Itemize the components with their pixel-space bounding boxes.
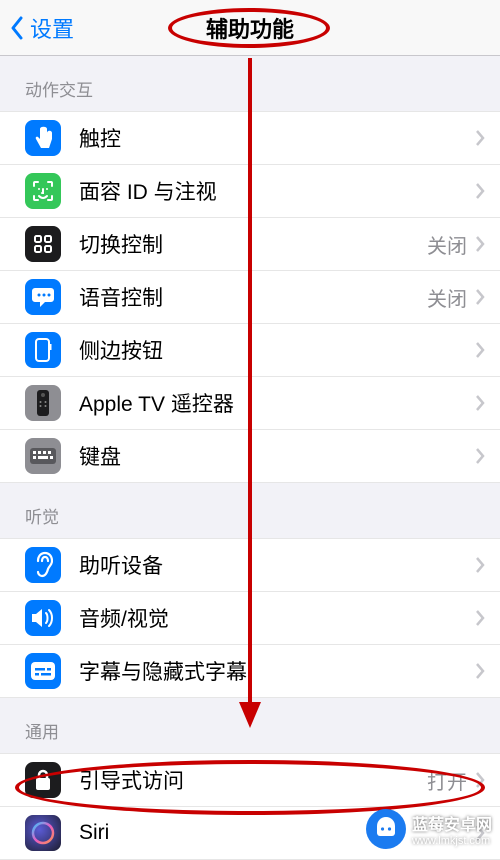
row-appletv-remote[interactable]: Apple TV 遥控器 [0,377,500,430]
switch-control-icon [25,226,61,262]
chevron-right-icon [475,288,485,306]
row-label: Apple TV 遥控器 [79,388,475,418]
chevron-right-icon [475,609,485,627]
row-voice-control[interactable]: 语音控制 关闭 [0,271,500,324]
chevron-right-icon [475,235,485,253]
section-header-general: 通用 [0,698,500,753]
lock-icon [25,762,61,798]
section-header-hearing: 听觉 [0,483,500,538]
side-button-icon [25,332,61,368]
row-label: 字幕与隐藏式字幕 [79,656,475,686]
siri-icon [25,815,61,851]
back-button[interactable]: 设置 [0,12,74,44]
chevron-right-icon [475,394,485,412]
section-header-motion: 动作交互 [0,56,500,111]
row-subtitles[interactable]: 字幕与隐藏式字幕 [0,645,500,698]
keyboard-icon [25,438,61,474]
row-hearing-devices[interactable]: 助听设备 [0,538,500,592]
ear-icon [25,547,61,583]
watermark-text: 蓝莓安卓网 [412,811,492,835]
nav-bar: 设置 辅助功能 [0,0,500,56]
row-guided-access[interactable]: 引导式访问 打开 [0,753,500,807]
subtitles-icon [25,653,61,689]
row-keyboard[interactable]: 键盘 [0,430,500,483]
row-switch-control[interactable]: 切换控制 关闭 [0,218,500,271]
speaker-icon [25,600,61,636]
chevron-right-icon [475,662,485,680]
voice-control-icon [25,279,61,315]
row-label: 触控 [79,123,475,153]
page-title: 辅助功能 [0,12,500,44]
row-value: 打开 [427,766,467,795]
row-label: 切换控制 [79,229,427,259]
chevron-right-icon [475,771,485,789]
row-label: 键盘 [79,441,475,471]
chevron-right-icon [475,182,485,200]
chevron-right-icon [475,556,485,574]
row-label: 面容 ID 与注视 [79,176,475,206]
row-label: 音频/视觉 [79,603,475,633]
back-chevron-icon [10,16,24,40]
chevron-right-icon [475,129,485,147]
back-label: 设置 [30,12,74,44]
row-value: 关闭 [427,283,467,312]
row-label: 助听设备 [79,550,475,580]
row-side-button[interactable]: 侧边按钮 [0,324,500,377]
touch-icon [25,120,61,156]
row-audio-visual[interactable]: 音频/视觉 [0,592,500,645]
chevron-right-icon [475,341,485,359]
watermark-url: www.lmkjst.com [412,835,492,847]
chevron-right-icon [475,447,485,465]
row-label: 语音控制 [79,282,427,312]
row-faceid[interactable]: 面容 ID 与注视 [0,165,500,218]
row-label: 引导式访问 [79,765,427,795]
watermark-robot-icon [366,809,406,849]
face-id-icon [25,173,61,209]
row-value: 关闭 [427,230,467,259]
watermark: 蓝莓安卓网 www.lmkjst.com [366,809,492,849]
row-label: 侧边按钮 [79,335,475,365]
remote-icon [25,385,61,421]
row-touch[interactable]: 触控 [0,111,500,165]
